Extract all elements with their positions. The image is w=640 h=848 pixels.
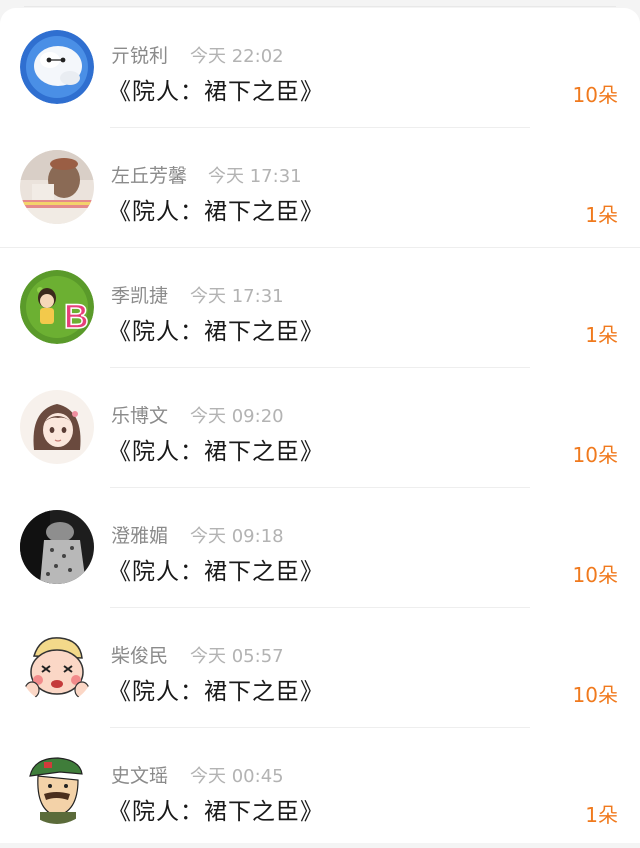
- svg-text:B: B: [64, 298, 89, 336]
- list-item[interactable]: 亓锐利 今天 22:02 《院人：裙下之臣》 10朵: [0, 8, 640, 128]
- cartoon-kid-avatar-icon[interactable]: [20, 630, 94, 704]
- top-divider: [24, 6, 616, 7]
- book-title[interactable]: 《院人：裙下之臣》: [108, 72, 324, 106]
- commenter-name[interactable]: 亓锐利: [111, 41, 168, 68]
- list-item[interactable]: B 季凯捷 今天 17:31 《院人：裙下之臣》 1朵: [0, 248, 640, 368]
- list-item[interactable]: 左丘芳馨 今天 17:31 《院人：裙下之臣》 1朵: [0, 128, 640, 248]
- gift-count: 10朵: [572, 83, 618, 107]
- anime-girl-avatar-icon[interactable]: [20, 390, 94, 464]
- letter-b-avatar-icon[interactable]: B: [20, 270, 94, 344]
- commenter-name[interactable]: 澄雅媚: [111, 521, 168, 548]
- gift-count: 1朵: [585, 803, 618, 827]
- commenter-name[interactable]: 乐博文: [111, 401, 168, 428]
- commenter-name[interactable]: 左丘芳馨: [111, 161, 187, 188]
- gift-count: 1朵: [585, 323, 618, 347]
- commenter-name[interactable]: 季凯捷: [111, 281, 168, 308]
- list-item[interactable]: 澄雅媚 今天 09:18 《院人：裙下之臣》 10朵: [0, 488, 640, 608]
- book-title[interactable]: 《院人：裙下之臣》: [108, 312, 324, 346]
- book-title[interactable]: 《院人：裙下之臣》: [108, 552, 324, 586]
- book-title[interactable]: 《院人：裙下之臣》: [108, 672, 324, 706]
- comment-time: 今天 05:57: [190, 646, 284, 667]
- book-title[interactable]: 《院人：裙下之臣》: [108, 432, 324, 466]
- book-title[interactable]: 《院人：裙下之臣》: [108, 792, 324, 826]
- comment-list-card: 亓锐利 今天 22:02 《院人：裙下之臣》 10朵 左丘芳馨 今天 17:31…: [0, 8, 640, 843]
- list-item[interactable]: 史文瑶 今天 00:45 《院人：裙下之臣》 1朵: [0, 728, 640, 848]
- baymax-avatar-icon[interactable]: [20, 30, 94, 104]
- cartoon-soldier-avatar-icon[interactable]: [20, 750, 94, 824]
- grayscale-photo-avatar-icon[interactable]: [20, 510, 94, 584]
- photo-avatar-icon[interactable]: [20, 150, 94, 224]
- commenter-name[interactable]: 柴俊民: [111, 641, 168, 668]
- book-title[interactable]: 《院人：裙下之臣》: [108, 192, 324, 226]
- commenter-name[interactable]: 史文瑶: [111, 761, 168, 788]
- list-item[interactable]: 柴俊民 今天 05:57 《院人：裙下之臣》 10朵: [0, 608, 640, 728]
- comment-time: 今天 09:18: [190, 526, 284, 547]
- comment-time: 今天 17:31: [208, 166, 302, 187]
- gift-count: 10朵: [572, 563, 618, 587]
- gift-count: 10朵: [572, 683, 618, 707]
- comment-time: 今天 09:20: [190, 406, 284, 427]
- gift-count: 10朵: [572, 443, 618, 467]
- list-item[interactable]: 乐博文 今天 09:20 《院人：裙下之臣》 10朵: [0, 368, 640, 488]
- comment-time: 今天 22:02: [190, 46, 284, 67]
- gift-count: 1朵: [585, 203, 618, 227]
- comment-time: 今天 17:31: [190, 286, 284, 307]
- comment-time: 今天 00:45: [190, 766, 284, 787]
